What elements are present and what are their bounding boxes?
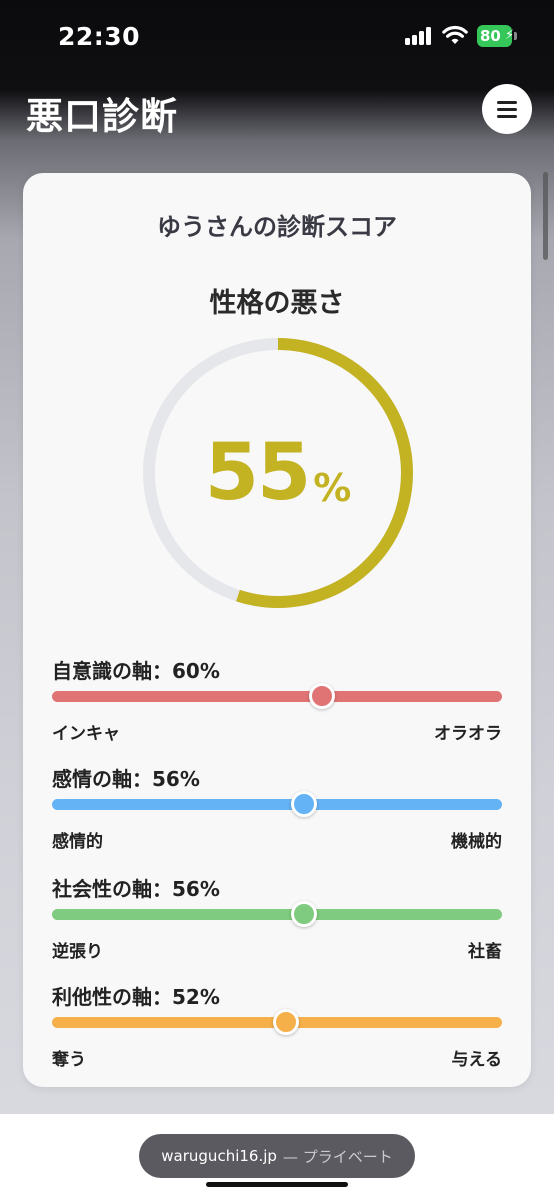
menu-button[interactable] <box>482 84 532 134</box>
axis-right-end: オラオラ <box>434 724 502 744</box>
scrollbar[interactable] <box>543 172 548 260</box>
axis-sociality: 社会性の軸：56% 逆張り 社畜 <box>52 873 502 963</box>
home-indicator[interactable] <box>206 1182 348 1187</box>
axis-left-end: インキャ <box>52 724 120 744</box>
battery-level: 80 <box>480 27 501 45</box>
score-card: ゆうさんの診断スコア 性格の悪さ 55 % 自意識の軸：60% インキャ オラオ… <box>23 173 531 1087</box>
url-text: waruguchi16.jp <box>161 1147 277 1165</box>
axis-track <box>52 799 502 810</box>
gauge-value: 55 % <box>138 333 418 613</box>
card-title: ゆうさんの診断スコア <box>157 213 397 241</box>
app-title: 悪口診断 <box>26 95 178 138</box>
axis-track <box>52 691 502 702</box>
axis-knob[interactable] <box>273 1009 299 1035</box>
axis-knob[interactable] <box>291 901 317 927</box>
charging-bolt-icon: ⚡ <box>505 28 515 43</box>
cellular-signal-icon <box>405 27 433 45</box>
gauge-title: 性格の悪さ <box>209 288 345 319</box>
gauge-number: 55 <box>204 428 312 518</box>
wifi-icon <box>442 25 468 44</box>
axis-left-end: 奪う <box>52 1050 86 1070</box>
axis-label: 感情の軸：56% <box>52 767 200 791</box>
axis-knob[interactable] <box>309 683 335 709</box>
axis-right-end: 社畜 <box>468 942 502 962</box>
battery-icon: 80 ⚡ <box>477 25 517 47</box>
axis-right-end: 与える <box>451 1050 503 1070</box>
axis-emotion: 感情の軸：56% 感情的 機械的 <box>52 763 502 853</box>
gauge-unit: % <box>313 466 352 510</box>
status-bar: 22:30 80 ⚡ <box>0 0 554 72</box>
axis-label: 自意識の軸：60% <box>52 659 220 683</box>
axis-label: 社会性の軸：56% <box>52 877 220 901</box>
axis-self-awareness: 自意識の軸：60% インキャ オラオラ <box>52 655 502 745</box>
axis-knob[interactable] <box>291 791 317 817</box>
private-mode-label: — プライベート <box>282 1147 393 1166</box>
axis-left-end: 感情的 <box>52 832 103 852</box>
axis-right-end: 機械的 <box>451 832 502 852</box>
axis-label: 利他性の軸：52% <box>52 985 220 1009</box>
axis-left-end: 逆張り <box>52 942 103 962</box>
status-time: 22:30 <box>58 22 141 51</box>
axis-altruism: 利他性の軸：52% 奪う 与える <box>52 981 502 1071</box>
address-bar[interactable]: waruguchi16.jp — プライベート <box>139 1134 415 1178</box>
personality-gauge: 55 % <box>138 333 418 613</box>
axis-track <box>52 909 502 920</box>
